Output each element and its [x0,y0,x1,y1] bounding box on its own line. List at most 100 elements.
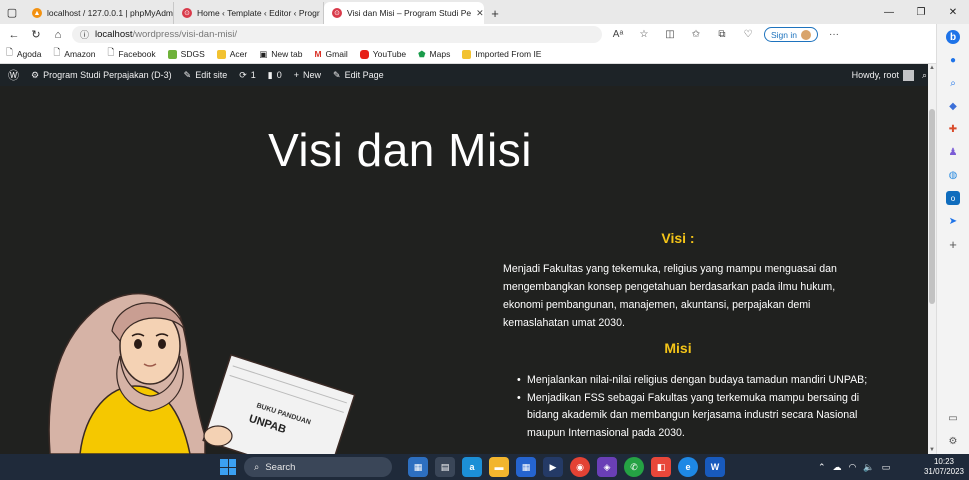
back-icon[interactable]: ← [6,29,22,41]
store-app-icon[interactable]: a [462,457,482,477]
wifi-icon[interactable]: ◠ [849,462,857,473]
edit-page-link[interactable]: ✎ Edit Page [333,70,384,81]
tab-label: Visi dan Misi – Program Studi Pe [347,8,472,18]
add-sidebar-app-icon[interactable]: + [946,237,960,252]
search-icon[interactable]: ⌕ [946,76,960,90]
app-icon-purple[interactable]: ◈ [597,457,617,477]
windows-taskbar: ⌕ Search ▦ ▤ a ▬ ▦ ▶ ◉ ◈ ✆ ◧ e W ⌃ ☁ ◠ 🔈… [0,454,969,480]
microsoft-365-icon[interactable]: ◍ [946,168,960,182]
bookmark-acer[interactable]: Acer [216,49,247,59]
sign-in-button[interactable]: Sign in [764,27,818,42]
close-window-icon[interactable]: ✕ [937,0,969,24]
bookmark-new-tab[interactable]: ▣ New tab [259,49,302,60]
list-item: Menjalankan nilai-nilai religius dengan … [517,372,872,390]
split-screen-icon[interactable]: ◫ [660,29,680,40]
wordpress-logo-icon[interactable]: Ⓦ [8,67,19,83]
taskbar-search-box[interactable]: ⌕ Search [244,457,392,477]
comments-link[interactable]: ▮ 0 [268,70,282,81]
tools-icon[interactable]: ✚ [946,122,960,136]
clock[interactable]: 10:23 31/07/2023 [920,457,968,477]
bookmark-label: Imported From IE [475,49,542,59]
discover-icon[interactable]: ● [946,53,960,67]
restore-icon[interactable]: ❐ [905,0,937,24]
youtube-icon [359,49,369,59]
scroll-down-icon[interactable]: ▼ [928,446,936,454]
my-account-link[interactable]: Howdy, root [851,69,914,81]
battery-icon[interactable]: ▭ [882,462,891,473]
cloud-icon[interactable]: ☁ [833,462,842,473]
folder-icon [216,49,226,59]
read-aloud-icon[interactable]: Aᵃ [608,29,628,40]
bookmark-maps[interactable]: ⬟ Maps [418,49,450,60]
favorites-icon[interactable]: ✩ [686,29,706,40]
wordpress-icon: ⊙ [182,8,192,18]
bookmark-imported-from-ie[interactable]: Imported From IE [462,49,541,59]
whatsapp-icon[interactable]: ✆ [624,457,644,477]
site-name-link[interactable]: ⚙ Program Studi Perpajakan (D-3) [31,70,172,81]
chrome-icon[interactable]: ◉ [570,457,590,477]
app-icon-red[interactable]: ◧ [651,457,671,477]
browser-essentials-icon[interactable]: ♡ [738,29,758,40]
drop-icon[interactable]: ➤ [946,214,960,228]
games-icon[interactable]: ♟ [946,145,960,159]
edge-icon[interactable]: e [678,457,698,477]
url-field[interactable]: ⓘ localhost/wordpress/visi-dan-misi/ [72,26,602,43]
sidebar-layout-icon[interactable]: ▭ [946,411,960,425]
search-placeholder: Search [265,461,296,473]
close-icon[interactable]: ✕ [476,8,484,19]
new-tab-button[interactable]: + [484,2,506,24]
settings-gear-icon[interactable]: ⚙ [946,434,960,448]
favorite-star-icon[interactable]: ☆ [634,29,654,40]
bookmark-label: Agoda [16,49,42,59]
volume-icon[interactable]: 🔈 [863,462,874,473]
copilot-icon[interactable]: b [946,30,960,44]
word-icon[interactable]: W [705,457,725,477]
bookmarks-bar: 🗋 Agoda 🗋 Amazon 🗋 Facebook SDGS Acer ▣ New … [0,45,969,64]
start-button[interactable] [220,459,236,475]
updates-link[interactable]: ⟳ 1 [239,70,256,81]
tab-actions-icon[interactable]: ▢ [0,0,24,24]
url-host: localhost [95,29,133,40]
tab-label: localhost / 127.0.0.1 | phpMyAdm [47,8,174,18]
bookmark-youtube[interactable]: YouTube [359,49,406,59]
task-view-icon[interactable]: ▤ [435,457,455,477]
page-scrollbar[interactable]: ▲ ▼ [928,64,936,454]
minimize-icon[interactable]: — [873,0,905,24]
bookmark-label: SDGS [180,49,205,59]
new-label: New [303,70,322,80]
bookmark-gmail[interactable]: M Gmail [314,49,347,59]
outlook-icon[interactable]: o [946,191,960,205]
file-explorer-icon[interactable]: ▬ [489,457,509,477]
address-bar-row: ← ↻ ⌂ ⓘ localhost/wordpress/visi-dan-mis… [0,24,969,45]
bookmark-agoda[interactable]: 🗋 Agoda [6,47,41,61]
misi-list: Menjalankan nilai-nilai religius dengan … [517,372,872,442]
app-icon-blue[interactable]: ▦ [516,457,536,477]
edit-site-label: Edit site [195,70,228,80]
more-menu-icon[interactable]: ··· [824,29,844,40]
collections-icon[interactable]: ⧉ [712,29,732,40]
tab-visi-dan-misi[interactable]: ⊙ Visi dan Misi – Program Studi Pe ✕ [324,2,484,24]
scrollbar-thumb[interactable] [929,109,935,304]
bookmark-facebook[interactable]: 🗋 Facebook [107,47,155,61]
search-icon[interactable]: ⌕ [922,70,927,81]
scroll-up-icon[interactable]: ▲ [928,64,936,72]
tab-phpmyadmin[interactable]: ▲ localhost / 127.0.0.1 | phpMyAdm ✕ [24,2,174,24]
sdgs-icon [167,49,177,59]
page-icon: 🗋 [53,47,61,57]
bookmark-sdgs[interactable]: SDGS [167,49,205,59]
tab-strip: ▢ ▲ localhost / 127.0.0.1 | phpMyAdm ✕ ⊙… [0,0,969,24]
chevron-up-icon[interactable]: ⌃ [818,462,826,473]
bookmark-amazon[interactable]: 🗋 Amazon [53,47,95,61]
page-icon: 🗋 [6,47,13,57]
info-icon[interactable]: ⓘ [80,28,89,41]
home-icon[interactable]: ⌂ [50,29,66,41]
edit-site-link[interactable]: ✎ Edit site [184,70,228,81]
new-content-link[interactable]: + New [294,70,321,80]
tab-home-template[interactable]: ⊙ Home ‹ Template ‹ Editor ‹ Progr ✕ [174,2,324,24]
greeting: Howdy, root [851,70,899,80]
shopping-tag-icon[interactable]: ◆ [946,99,960,113]
updates-icon: ⟳ [239,69,247,80]
refresh-icon[interactable]: ↻ [28,28,44,41]
gallery-app-icon[interactable]: ▦ [408,457,428,477]
media-player-icon[interactable]: ▶ [543,457,563,477]
